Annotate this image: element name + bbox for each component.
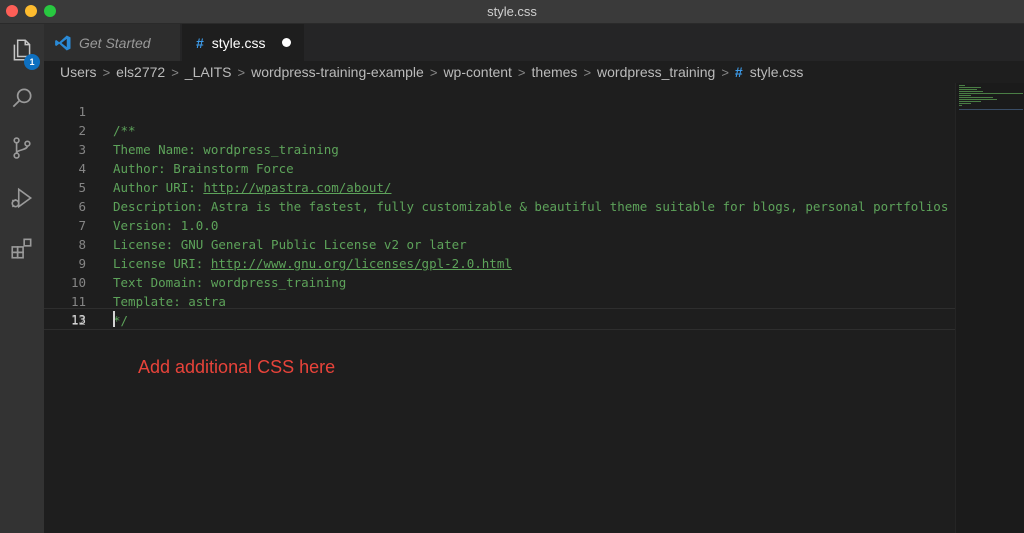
- chevron-right-icon: >: [721, 64, 729, 80]
- search-icon[interactable]: [6, 82, 38, 114]
- breadcrumb: Users > els2772 > _LAITS > wordpress-tra…: [44, 61, 1024, 83]
- tab-get-started[interactable]: Get Started: [44, 24, 180, 61]
- code-line: 3 Author: Brainstorm Force: [44, 121, 955, 176]
- chevron-right-icon: >: [583, 64, 592, 80]
- code-line: 11 */: [44, 273, 955, 328]
- breadcrumb-item[interactable]: els2772: [116, 64, 165, 80]
- code-line: 8 License URI: http://www.gnu.org/licens…: [44, 216, 955, 271]
- extensions-icon[interactable]: [6, 232, 38, 264]
- code-line: 10 Template: astra: [44, 254, 955, 309]
- run-debug-icon[interactable]: [6, 182, 38, 214]
- line-number: 13: [70, 312, 86, 327]
- tab-label: style.css: [211, 34, 266, 51]
- breadcrumb-item[interactable]: themes: [532, 64, 578, 80]
- breadcrumb-item[interactable]: wordpress_training: [597, 64, 715, 80]
- code-line: 1 /**: [44, 83, 955, 138]
- unsaved-dot-icon[interactable]: [282, 38, 292, 47]
- code-line: 9 Text Domain: wordpress_training: [44, 235, 955, 290]
- chevron-right-icon: >: [517, 64, 526, 80]
- breadcrumb-item[interactable]: wp-content: [443, 64, 511, 80]
- title-bar: style.css: [0, 0, 1024, 24]
- breadcrumb-item[interactable]: _LAITS: [185, 64, 232, 80]
- current-line[interactable]: 13: [44, 308, 955, 330]
- files-icon[interactable]: 1: [6, 34, 40, 70]
- css-hash-icon: #: [734, 64, 743, 80]
- tab-label: Get Started: [79, 34, 151, 51]
- tab-style-css[interactable]: # style.css: [182, 24, 304, 61]
- chevron-right-icon: >: [102, 64, 111, 80]
- chevron-right-icon: >: [429, 64, 438, 80]
- minimap[interactable]: [955, 83, 1024, 533]
- code-editor[interactable]: 1 /** 2 Theme Name: wordpress_training 3…: [44, 83, 955, 533]
- code-line: 4 Author URI: http://wpastra.com/about/: [44, 140, 955, 195]
- annotation-text: Add additional CSS here: [138, 357, 336, 377]
- code-line: 5 Description: Astra is the fastest, ful…: [44, 159, 955, 214]
- explorer-badge: 1: [24, 54, 40, 70]
- text-cursor: [113, 311, 115, 327]
- breadcrumb-file[interactable]: style.css: [750, 64, 804, 80]
- chevron-right-icon: >: [171, 64, 179, 80]
- breadcrumb-item[interactable]: wordpress-training-example: [251, 64, 424, 80]
- code-line: 2 Theme Name: wordpress_training: [44, 102, 955, 157]
- window-title: style.css: [487, 4, 537, 19]
- code-line: 7 License: GNU General Public License v2…: [44, 197, 955, 252]
- code-line: 6 Version: 1.0.0: [44, 178, 955, 233]
- source-control-icon[interactable]: [6, 132, 38, 164]
- tab-bar: Get Started # style.css: [44, 24, 1024, 61]
- css-hash-icon: #: [196, 34, 204, 51]
- chevron-right-icon: >: [237, 64, 246, 80]
- vscode-logo-icon: [55, 35, 71, 50]
- activity-bar: 1: [0, 24, 44, 533]
- breadcrumb-item[interactable]: Users: [60, 64, 97, 80]
